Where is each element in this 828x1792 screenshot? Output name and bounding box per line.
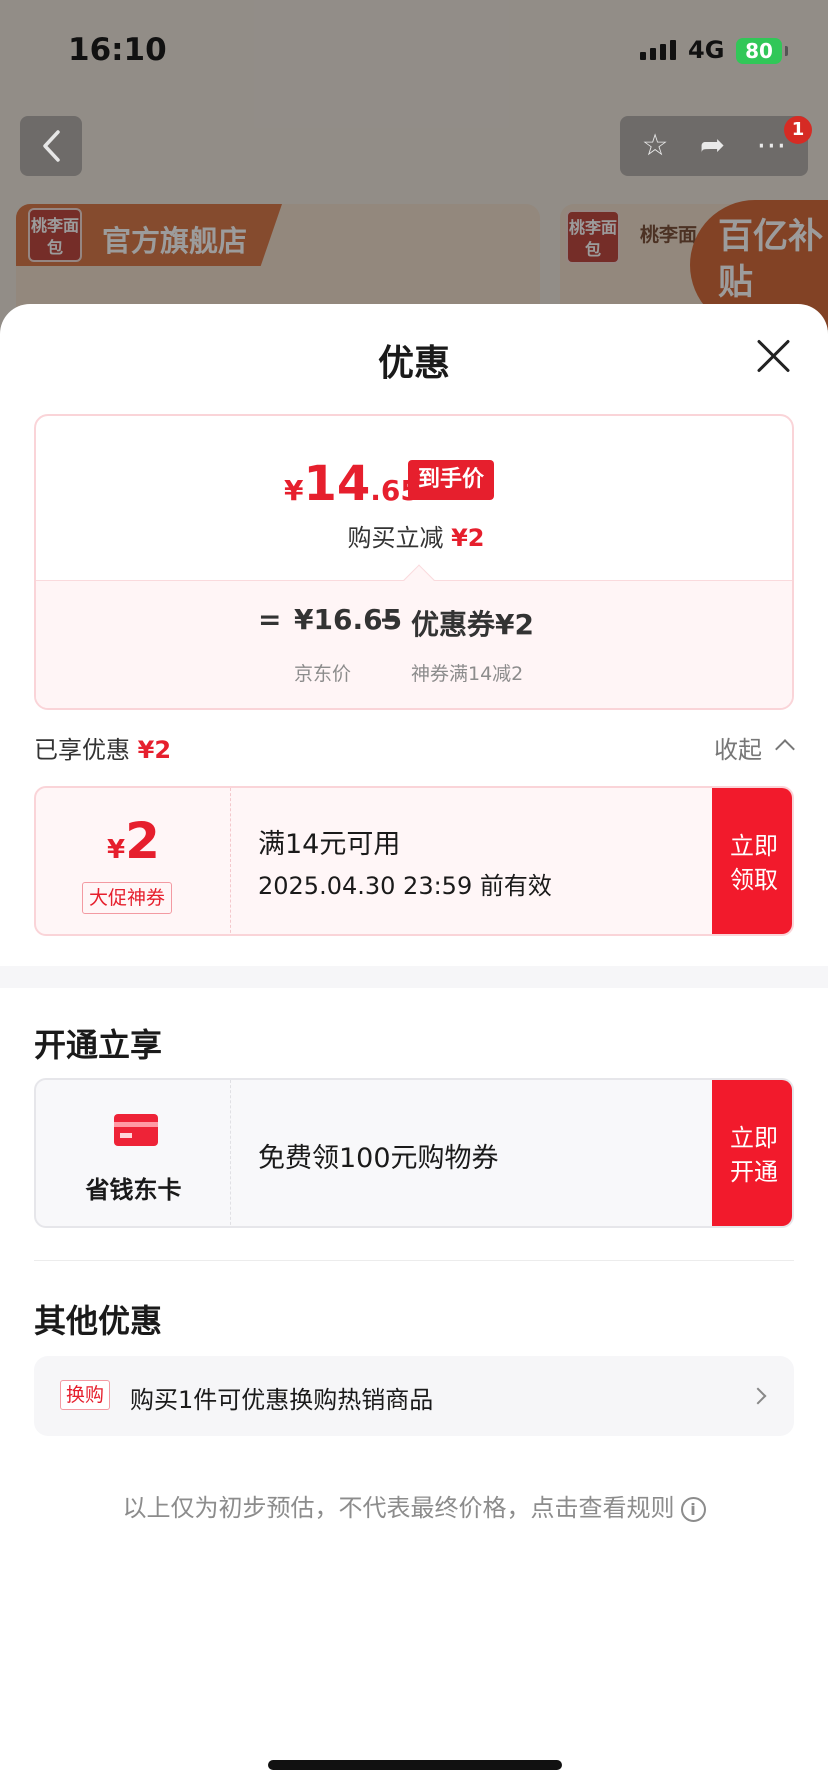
final-price-tag: 到手价 — [408, 460, 495, 500]
notification-badge: 1 — [784, 116, 812, 144]
coupon-caption: 神券满14减2 — [411, 663, 524, 685]
credit-card-icon — [114, 1114, 158, 1146]
coupon-type-badge: 大促神券 — [82, 882, 173, 914]
coupon-condition: 满14元可用 — [258, 829, 401, 860]
signal-icon — [640, 40, 676, 60]
coupon-expiry: 2025.04.30 23:59 前有效 — [258, 872, 552, 900]
equals-sign: = — [258, 603, 282, 636]
discount-sheet: 优惠 ¥14.65 到手价 购买立减 ¥2 = ¥16.65 − 优惠券¥2 京… — [0, 304, 828, 1792]
price-breakdown: = ¥16.65 − 优惠券¥2 京东价 神券满14减2 — [36, 580, 792, 708]
disclaimer-link[interactable]: 以上仅为初步预估，不代表最终价格，点击查看规则 i — [0, 1488, 828, 1523]
clock: 16:10 — [68, 32, 167, 68]
enjoyed-discount: 已享优惠 ¥2 — [34, 736, 172, 764]
back-button[interactable] — [20, 116, 82, 176]
trade-in-tag: 换购 — [60, 1380, 111, 1410]
coupon-card: ¥2 大促神券 满14元可用 2025.04.30 23:59 前有效 立即 领… — [34, 786, 794, 936]
info-icon[interactable]: i — [680, 1496, 706, 1522]
section-divider — [0, 966, 828, 988]
instant-discount: 购买立减 ¥2 — [347, 524, 485, 552]
star-icon[interactable]: ☆ — [642, 131, 669, 161]
collapse-button[interactable]: 收起 — [714, 730, 762, 765]
back-icon — [43, 130, 60, 162]
top-actions: ☆ ➦ ⋯ — [620, 116, 808, 176]
other-section-title: 其他优惠 — [34, 1302, 163, 1340]
membership-card: 省钱东卡 免费领100元购物券 立即 开通 — [34, 1078, 794, 1228]
membership-description: 免费领100元购物券 — [258, 1143, 499, 1174]
activate-membership-button[interactable]: 立即 开通 — [712, 1080, 792, 1226]
trade-in-text: 购买1件可优惠换购热销商品 — [130, 1386, 434, 1414]
home-indicator — [268, 1760, 562, 1770]
membership-section-title: 开通立享 — [34, 1026, 163, 1064]
price-summary: ¥14.65 到手价 购买立减 ¥2 = ¥16.65 − 优惠券¥2 京东价 … — [34, 414, 794, 710]
claim-coupon-button[interactable]: 立即 领取 — [712, 788, 792, 934]
close-button[interactable] — [754, 336, 794, 376]
minus-sign: − — [379, 603, 403, 636]
coupon-amount: ¥2 — [107, 812, 160, 870]
jd-price-caption: 京东价 — [294, 663, 352, 685]
final-price: ¥14.65 — [284, 456, 420, 512]
share-icon[interactable]: ➦ — [700, 131, 725, 161]
divider — [34, 1260, 794, 1261]
more-icon[interactable]: ⋯ — [756, 131, 786, 161]
network-label: 4G — [688, 36, 725, 64]
membership-name: 省钱东卡 — [85, 1176, 182, 1204]
chevron-up-icon[interactable] — [775, 739, 795, 759]
sheet-title: 优惠 — [377, 343, 450, 384]
trade-in-offer-row[interactable]: 换购 购买1件可优惠换购热销商品 — [34, 1356, 794, 1436]
status-bar: 16:10 4G 80 — [0, 0, 828, 100]
battery-icon: 80 — [736, 38, 788, 64]
coupon-deduction: 优惠券¥2 — [411, 608, 534, 641]
chevron-right-icon — [749, 1387, 767, 1405]
